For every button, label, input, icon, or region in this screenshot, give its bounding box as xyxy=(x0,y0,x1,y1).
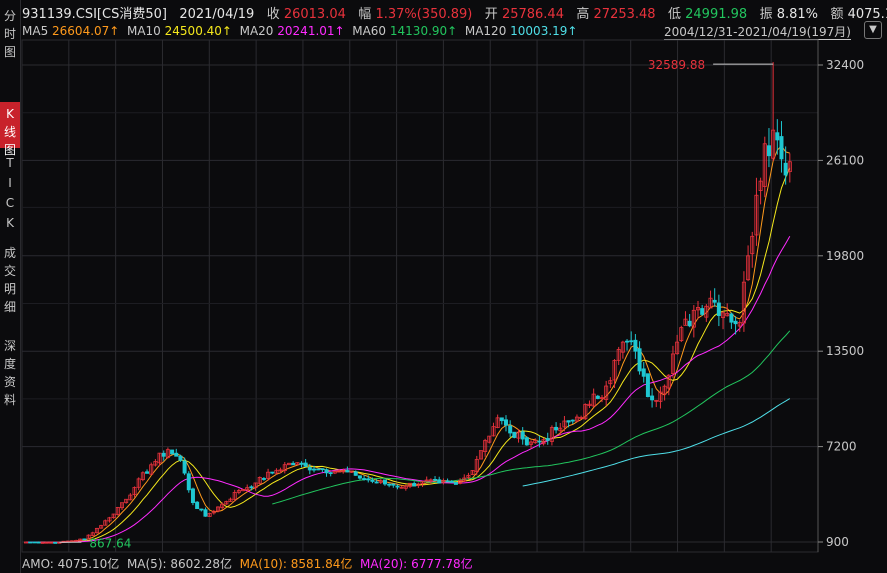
candle-body xyxy=(716,302,721,316)
candle-body xyxy=(437,479,442,484)
candle-body xyxy=(499,417,504,422)
candle-body xyxy=(249,486,254,489)
candle-body xyxy=(82,538,87,541)
candle-body xyxy=(382,479,387,485)
y-tick-label: 32400 xyxy=(826,58,864,72)
candle-body xyxy=(32,541,37,544)
candle-body xyxy=(766,145,771,157)
candle-body xyxy=(36,541,41,544)
y-axis: 32400 26100 19800 13500 7200 900 xyxy=(817,40,864,552)
candle-body xyxy=(449,481,454,483)
candle-body xyxy=(387,483,392,486)
candle-body xyxy=(328,472,333,475)
y-tick-label: 7200 xyxy=(826,440,857,454)
candle-body xyxy=(554,426,559,431)
candle-body xyxy=(316,468,321,471)
candle-body xyxy=(625,340,630,343)
candle-body xyxy=(362,478,367,480)
candle-body xyxy=(145,471,150,474)
chart-annotations: 32589.88 867.64 xyxy=(59,58,774,550)
candle-body xyxy=(783,162,788,176)
candle-body xyxy=(40,542,45,544)
candle-body xyxy=(537,440,542,443)
amo-value: 4075.10亿 xyxy=(57,557,120,571)
candle-body xyxy=(512,431,517,438)
candle-body xyxy=(374,481,379,484)
candle-body xyxy=(545,438,550,441)
candlesticks xyxy=(23,62,792,544)
candle-body xyxy=(261,478,266,480)
candle-body xyxy=(345,470,350,473)
candle-body xyxy=(195,501,200,510)
y-tick-label: 13500 xyxy=(826,344,864,358)
high-annotation: 32589.88 xyxy=(648,58,705,72)
kline-chart: 32400 26100 19800 13500 7200 900 32589.88 867.… xyxy=(21,39,864,553)
y-tick-label: 900 xyxy=(826,535,849,549)
candle-body xyxy=(303,462,308,467)
ma5-amo-label: MA(5): xyxy=(126,557,167,571)
amount-footer: AMO: 4075.10亿 MA(5): 8602.28亿 MA(10): 85… xyxy=(22,555,473,571)
candle-body xyxy=(570,419,575,422)
candle-body xyxy=(520,431,525,440)
candle-body xyxy=(508,425,513,434)
ma-line-ma20 xyxy=(26,236,791,543)
candle-body xyxy=(412,483,417,487)
candle-body xyxy=(433,478,438,481)
ma-line-ma120 xyxy=(522,398,791,487)
candle-body xyxy=(391,483,396,486)
candle-body xyxy=(729,313,734,323)
candle-body xyxy=(324,469,329,474)
candle-body xyxy=(775,132,780,141)
candle-body xyxy=(712,299,717,303)
candle-body xyxy=(524,437,529,446)
candle-body xyxy=(53,542,58,544)
candle-body xyxy=(779,136,784,160)
candle-body xyxy=(370,479,375,482)
candle-body xyxy=(633,339,638,352)
candle-body xyxy=(453,482,458,485)
ma5-amo-value: 8602.28亿 xyxy=(170,557,232,571)
candle-body xyxy=(270,471,275,474)
candle-body xyxy=(637,348,642,372)
candle-body xyxy=(161,452,166,457)
candle-body xyxy=(353,471,358,476)
candle-body xyxy=(503,419,508,426)
candle-body xyxy=(174,452,179,457)
candle-body xyxy=(186,473,191,491)
candle-body xyxy=(311,468,316,471)
candle-body xyxy=(28,541,33,544)
candle-body xyxy=(299,462,304,465)
candle-body xyxy=(366,478,371,481)
candle-body xyxy=(650,395,655,401)
y-tick-label: 26100 xyxy=(826,153,864,167)
candle-body xyxy=(199,508,204,511)
candle-body xyxy=(291,462,296,466)
candle-body xyxy=(566,420,571,423)
candle-body xyxy=(395,485,400,488)
candle-body xyxy=(641,368,646,377)
candle-body xyxy=(203,509,208,517)
candle-body xyxy=(445,480,450,483)
amo-label: AMO: xyxy=(22,557,54,571)
candle-body xyxy=(190,488,195,504)
candle-body xyxy=(182,460,187,474)
ma10-amo-label: MA(10): xyxy=(239,557,287,571)
low-annotation: 867.64 xyxy=(89,536,131,550)
ma20-amo-label: MA(20): xyxy=(359,557,408,571)
ma20-amo-value: 6777.78亿 xyxy=(411,557,473,571)
candle-body xyxy=(595,395,600,399)
candle-body xyxy=(629,340,634,343)
candle-body xyxy=(687,320,692,327)
y-tick-label: 19800 xyxy=(826,249,864,263)
candle-body xyxy=(733,320,738,325)
candle-body xyxy=(178,455,183,461)
candle-body xyxy=(700,308,705,315)
candle-body xyxy=(357,475,362,479)
candle-body xyxy=(307,467,312,471)
candle-body xyxy=(320,468,325,471)
candle-body xyxy=(170,449,175,455)
ma10-amo-value: 8581.84亿 xyxy=(290,557,353,571)
candle-body xyxy=(645,373,650,398)
